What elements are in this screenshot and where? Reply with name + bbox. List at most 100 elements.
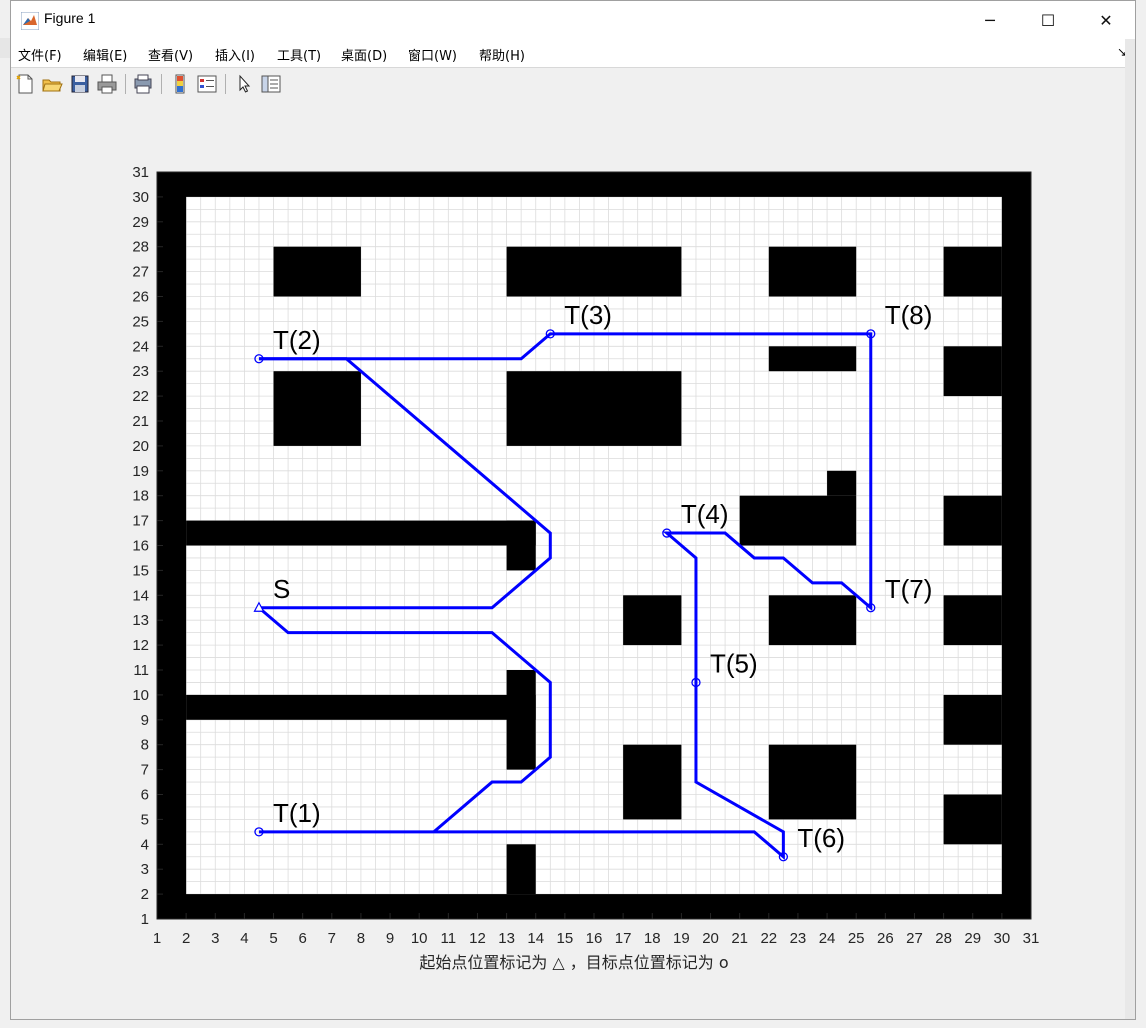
obstacle-block	[943, 595, 1002, 646]
x-tick-label: 10	[411, 930, 428, 947]
y-tick-label: 31	[132, 164, 149, 181]
y-tick-label: 30	[132, 189, 149, 206]
pointer-icon[interactable]	[233, 73, 255, 95]
menu-view[interactable]: 查看(V)	[148, 45, 193, 64]
x-tick-label: 12	[469, 930, 486, 947]
close-button[interactable]: ✕	[1077, 1, 1135, 39]
menu-tools[interactable]: 工具(T)	[277, 45, 321, 64]
maximize-button[interactable]: ☐	[1019, 1, 1077, 39]
x-tick-label: 27	[906, 930, 923, 947]
y-tick-label: 4	[141, 836, 149, 853]
obstacle-block	[157, 172, 1031, 197]
toolbar-separator	[225, 74, 226, 94]
obstacle-block	[943, 794, 1002, 845]
colorbar-icon[interactable]	[169, 73, 191, 95]
y-tick-label: 21	[132, 413, 149, 430]
print-preview-icon[interactable]	[132, 73, 154, 95]
obstacle-block	[506, 371, 682, 446]
menu-insert[interactable]: 插入(I)	[215, 45, 255, 64]
save-icon[interactable]	[69, 73, 91, 95]
print-icon[interactable]	[96, 73, 118, 95]
menu-window[interactable]: 窗口(W)	[408, 45, 457, 64]
close-icon: ✕	[1099, 10, 1113, 30]
y-tick-label: 14	[132, 587, 149, 604]
x-tick-label: 1	[153, 930, 161, 947]
open-file-icon[interactable]	[41, 73, 63, 95]
y-tick-label: 22	[132, 388, 149, 405]
x-tick-label: 6	[298, 930, 306, 947]
obstacle-block	[186, 520, 536, 546]
y-tick-label: 24	[132, 338, 149, 355]
x-tick-label: 23	[790, 930, 807, 947]
menu-desktop[interactable]: 桌面(D)	[341, 45, 387, 64]
y-tick-label: 26	[132, 289, 149, 306]
y-tick-label: 27	[132, 264, 149, 281]
x-tick-label: 3	[211, 930, 219, 947]
x-tick-label: 13	[498, 930, 515, 947]
y-tick-label: 10	[132, 687, 149, 704]
obstacle-block	[273, 371, 361, 446]
obstacle-block	[768, 744, 857, 820]
obstacle-block	[1001, 172, 1031, 919]
x-tick-label: 4	[240, 930, 248, 947]
minimize-icon: ─	[985, 10, 995, 30]
x-tick-label: 31	[1023, 930, 1040, 947]
scrollbar-track	[1125, 39, 1135, 1019]
y-tick-label: 17	[132, 513, 149, 530]
x-tick-label: 7	[328, 930, 336, 947]
y-tick-label: 29	[132, 214, 149, 231]
y-tick-label: 25	[132, 313, 149, 330]
y-tick-label: 28	[132, 239, 149, 256]
obstacle-block	[943, 694, 1002, 745]
y-tick-label: 13	[132, 612, 149, 629]
legend-icon[interactable]	[196, 73, 218, 95]
x-tick-label: 29	[964, 930, 981, 947]
y-tick-label: 1	[141, 911, 149, 928]
target-label: T(1)	[273, 798, 321, 828]
y-tick-label: 16	[132, 538, 149, 555]
matlab-logo-icon	[21, 12, 39, 30]
property-inspector-icon[interactable]	[260, 73, 282, 95]
obstacle-block	[768, 595, 857, 646]
target-label: T(5)	[710, 648, 758, 678]
obstacle-block	[273, 246, 361, 297]
x-tick-label: 22	[760, 930, 777, 947]
new-figure-icon[interactable]	[14, 73, 36, 95]
obstacle-block	[506, 670, 536, 770]
minimize-button[interactable]: ─	[961, 1, 1019, 39]
x-tick-label: 14	[527, 930, 544, 947]
obstacle-block	[943, 246, 1002, 297]
obstacle-block	[623, 744, 682, 820]
toolbar-separator	[125, 74, 126, 94]
obstacle-block	[506, 246, 682, 297]
x-tick-label: 21	[731, 930, 748, 947]
x-tick-label: 20	[702, 930, 719, 947]
menu-edit[interactable]: 编辑(E)	[83, 45, 127, 64]
x-tick-label: 26	[877, 930, 894, 947]
menu-help[interactable]: 帮助(H)	[479, 45, 525, 64]
x-axis-label: 起始点位置标记为 △ ，目标点位置标记为 o	[419, 953, 728, 972]
plot-area[interactable]: ST(1)T(2)T(3)T(4)T(5)T(6)T(7)T(8)1 2 3 4 5 6 7…	[11, 101, 1136, 981]
obstacle-block	[739, 495, 857, 546]
x-tick-label: 25	[848, 930, 865, 947]
x-tick-label: 19	[673, 930, 690, 947]
obstacle-block	[943, 346, 1002, 397]
obstacle-block	[623, 595, 682, 646]
window-title: Figure 1	[44, 10, 96, 26]
title-bar[interactable]: Figure 1 ─ ☐ ✕	[11, 1, 1135, 39]
y-tick-label: 7	[141, 762, 149, 779]
start-label: S	[273, 574, 290, 604]
obstacle-block	[506, 520, 536, 571]
target-label: T(3)	[564, 300, 612, 330]
y-tick-label: 23	[132, 363, 149, 380]
toolbar-separator	[161, 74, 162, 94]
menu-bar: 文件(F) 编辑(E) 查看(V) 插入(I) 工具(T) 桌面(D) 窗口(W…	[11, 39, 1135, 67]
y-tick-label: 18	[132, 488, 149, 505]
x-tick-label: 5	[269, 930, 277, 947]
x-tick-label: 15	[557, 930, 574, 947]
menu-file[interactable]: 文件(F)	[18, 45, 62, 64]
x-tick-label: 2	[182, 930, 190, 947]
x-tick-label: 18	[644, 930, 661, 947]
y-tick-label: 3	[141, 861, 149, 878]
obstacle-block	[506, 844, 536, 895]
